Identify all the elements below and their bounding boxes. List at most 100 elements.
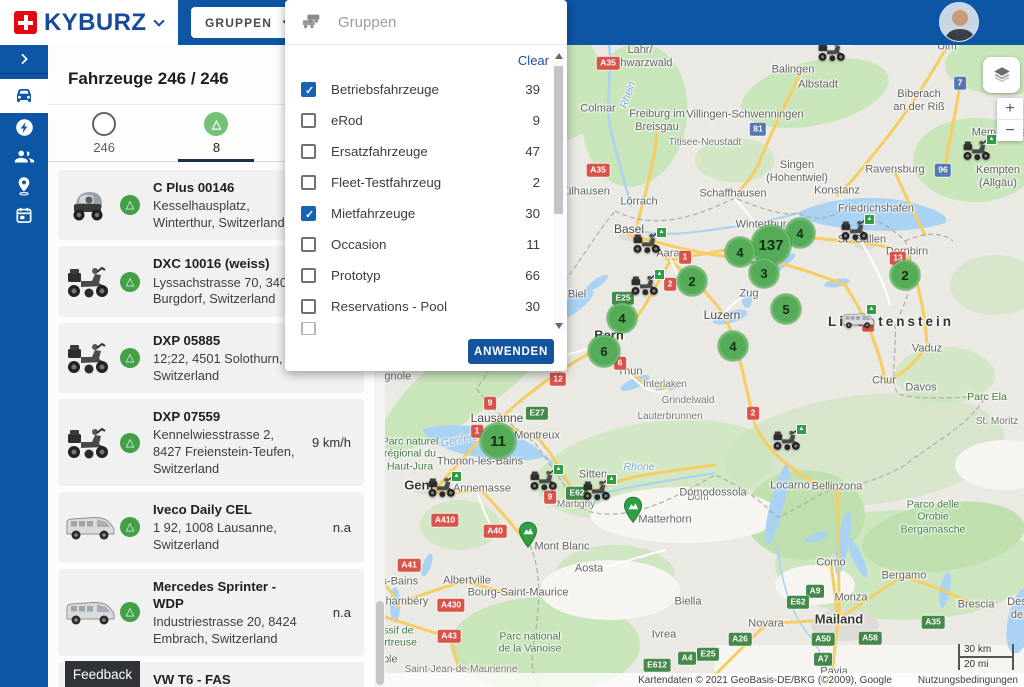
scroll-down-arrow-icon[interactable] bbox=[555, 323, 563, 329]
vehicle-thumbnail bbox=[64, 510, 116, 544]
mountain-pin-icon[interactable] bbox=[518, 521, 538, 549]
vehicle-group-icon bbox=[301, 12, 323, 32]
map-scale: 30 km 20 mi bbox=[958, 644, 1014, 670]
map-attribution: Kartendaten © 2021 GeoBasis-DE/BKG (©200… bbox=[385, 673, 1024, 687]
group-count: 11 bbox=[526, 237, 540, 252]
checkbox[interactable] bbox=[301, 82, 316, 97]
map-cluster[interactable]: 4 bbox=[725, 237, 755, 267]
tab-count: 8 bbox=[213, 140, 220, 155]
group-label: eRod bbox=[331, 113, 363, 128]
vehicle-marker[interactable] bbox=[426, 475, 460, 499]
checkbox[interactable] bbox=[301, 113, 316, 128]
checkbox[interactable] bbox=[301, 268, 316, 283]
scroll-up-arrow-icon[interactable] bbox=[555, 53, 563, 59]
road-badge: 9 bbox=[544, 491, 556, 504]
group-count: 47 bbox=[525, 144, 540, 159]
group-filter-row[interactable]: Reservations - Pool 30 bbox=[301, 291, 540, 322]
road-badge: A41 bbox=[398, 559, 421, 572]
sidebar-item-vehicles[interactable] bbox=[0, 79, 48, 113]
vehicle-marker[interactable] bbox=[816, 45, 850, 63]
sidebar-item-locations[interactable] bbox=[0, 171, 48, 200]
marker-status-badge bbox=[986, 134, 997, 145]
vehicle-marker[interactable] bbox=[961, 138, 995, 162]
map-cluster[interactable]: 2 bbox=[890, 260, 920, 290]
zoom-out-button[interactable]: − bbox=[997, 119, 1023, 141]
mountain-pin-icon[interactable] bbox=[623, 496, 643, 524]
map-cluster[interactable]: 6 bbox=[588, 335, 620, 367]
group-filter-row[interactable]: Betriebsfahrzeuge 39 bbox=[301, 74, 540, 105]
groups-filter-panel: Clear Betriebsfahrzeuge 39 eRod 9 Ersatz… bbox=[285, 0, 567, 371]
vehicle-name: DXC 10016 (weiss) bbox=[153, 255, 303, 272]
tab-moving-vehicles[interactable]: △ 8 bbox=[160, 112, 272, 155]
selected-tab-indicator bbox=[178, 159, 254, 162]
vehicle-card[interactable]: Iveco Daily CEL 1 92, 1008 Lausanne, Swi… bbox=[58, 492, 364, 562]
vehicle-marker[interactable] bbox=[841, 308, 875, 332]
vehicle-marker[interactable] bbox=[629, 273, 663, 297]
map-cluster[interactable]: 11 bbox=[480, 423, 516, 459]
vehicle-marker[interactable] bbox=[528, 468, 562, 492]
terms-link[interactable]: Nutzungsbedingungen bbox=[918, 675, 1018, 686]
brand-logo[interactable]: KYBURZ bbox=[0, 0, 178, 45]
vehicle-thumbnail bbox=[64, 265, 116, 299]
zoom-in-button[interactable]: + bbox=[997, 98, 1023, 119]
apply-button[interactable]: ANWENDEN bbox=[468, 339, 554, 364]
group-search-row bbox=[285, 0, 567, 45]
vehicle-card[interactable]: DXP 07559 Kennelwiesstrasse 2, 8427 Frei… bbox=[58, 399, 364, 486]
map-cluster[interactable]: 4 bbox=[718, 331, 748, 361]
group-filter-row[interactable]: Ersatzfahrzeuge 47 bbox=[301, 136, 540, 167]
filter-scrollbar-thumb[interactable] bbox=[554, 66, 563, 214]
moving-vehicles-icon: △ bbox=[204, 112, 228, 136]
vehicle-marker[interactable] bbox=[771, 428, 805, 452]
checkbox[interactable] bbox=[301, 206, 316, 221]
road-badge: A7 bbox=[814, 653, 832, 666]
group-label: Betriebsfahrzeuge bbox=[331, 82, 439, 97]
filter-scrollbar[interactable] bbox=[553, 50, 564, 332]
group-search-input[interactable] bbox=[336, 13, 510, 32]
vehicle-marker[interactable] bbox=[839, 218, 873, 242]
road-badge: 1 bbox=[679, 251, 691, 264]
group-filter-row[interactable]: Mietfahrzeuge 30 bbox=[301, 198, 540, 229]
map-cluster[interactable]: 3 bbox=[749, 258, 779, 288]
map-cluster[interactable]: 2 bbox=[677, 266, 707, 296]
group-filter-row[interactable]: Prototyp 66 bbox=[301, 260, 540, 291]
sidebar-item-charging[interactable] bbox=[0, 113, 48, 142]
vehicle-marker[interactable] bbox=[581, 478, 615, 502]
checkbox[interactable] bbox=[301, 299, 316, 314]
avatar[interactable] bbox=[939, 2, 979, 42]
group-filter-row-clipped[interactable] bbox=[301, 322, 540, 335]
marker-status-badge bbox=[796, 424, 807, 435]
vehicle-marker[interactable] bbox=[631, 231, 665, 255]
vehicle-address: Lyssachstrasse 70, 3400 Burgdorf, Switze… bbox=[153, 275, 303, 308]
sidebar-item-calendar[interactable] bbox=[0, 200, 48, 229]
checkbox[interactable] bbox=[301, 175, 316, 190]
map-cluster[interactable]: 5 bbox=[771, 294, 801, 324]
tab-all-vehicles[interactable]: 246 bbox=[48, 112, 160, 155]
feedback-button[interactable]: Feedback bbox=[65, 661, 140, 687]
vehicle-card[interactable]: Mercedes Sprinter - WDP Industriestrasse… bbox=[58, 569, 364, 657]
group-filter-row[interactable]: eRod 9 bbox=[301, 105, 540, 136]
map-layers-button[interactable] bbox=[983, 57, 1020, 93]
layers-icon bbox=[991, 64, 1013, 86]
attribution-text: Kartendaten © 2021 GeoBasis-DE/BKG (©200… bbox=[638, 675, 892, 686]
status-badge bbox=[120, 433, 140, 453]
checkbox[interactable] bbox=[301, 237, 316, 252]
road-badge: A26 bbox=[729, 633, 752, 646]
group-filter-row[interactable]: Fleet-Testfahrzeug 2 bbox=[301, 167, 540, 198]
vehicle-speed: n.a bbox=[333, 605, 356, 620]
map-zoom-control: + − bbox=[997, 98, 1023, 141]
checkbox[interactable] bbox=[301, 322, 316, 335]
vehicle-address: Kesselhausplatz, Winterthur, Switzerland bbox=[153, 198, 303, 231]
clear-filters-link[interactable]: Clear bbox=[518, 53, 549, 68]
vehicle-address: Industriestrasse 20, 8424 Embrach, Switz… bbox=[153, 614, 303, 647]
map-cluster[interactable]: 4 bbox=[607, 303, 637, 333]
sidebar-item-users[interactable] bbox=[0, 142, 48, 171]
vehicle-name: DXP 07559 bbox=[153, 408, 303, 425]
brand-name: KYBURZ bbox=[44, 9, 146, 37]
checkbox[interactable] bbox=[301, 144, 316, 159]
sidebar-expand-button[interactable] bbox=[0, 45, 48, 74]
vehicle-thumbnail bbox=[64, 341, 116, 375]
vehicle-thumbnail bbox=[64, 426, 116, 460]
list-scrollbar-thumb[interactable] bbox=[376, 601, 384, 685]
marker-status-badge bbox=[656, 227, 667, 238]
group-filter-row[interactable]: Occasion 11 bbox=[301, 229, 540, 260]
